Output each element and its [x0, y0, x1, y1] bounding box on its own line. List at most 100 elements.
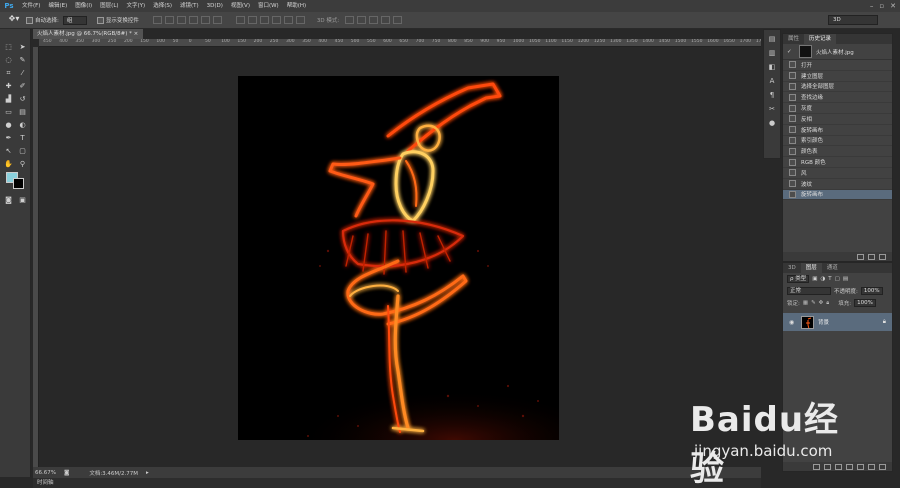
delete-layer-icon[interactable]	[879, 463, 886, 470]
move-tool-preset-icon[interactable]: ✥▾	[6, 14, 22, 26]
character-icon[interactable]: A	[766, 76, 778, 86]
layer-row-background[interactable]: ◉ 背景 🔒︎	[783, 313, 892, 331]
tab-properties[interactable]: 属性	[783, 34, 804, 44]
menu-image[interactable]: 图像(I)	[71, 0, 96, 12]
lock-pixels-icon[interactable]: ▦	[803, 300, 808, 306]
tab-3d[interactable]: 3D	[783, 263, 801, 273]
history-step[interactable]: 旋转画布	[783, 189, 892, 201]
lock-position-icon[interactable]: ✥	[819, 300, 824, 306]
blur-tool-icon[interactable]: ●	[1, 120, 16, 131]
menu-filter[interactable]: 滤镜(T)	[176, 0, 203, 12]
align-vcenter-icon[interactable]	[164, 16, 174, 24]
history-step[interactable]: 波纹	[783, 179, 892, 190]
new-document-icon[interactable]	[857, 253, 864, 260]
menu-select[interactable]: 选择(S)	[149, 0, 176, 12]
new-layer-icon[interactable]	[868, 463, 875, 470]
auto-select-checkbox[interactable]: 自动选择:	[26, 16, 59, 24]
history-step[interactable]: 灰度	[783, 103, 892, 114]
tools-preset-icon[interactable]: ✂	[766, 104, 778, 114]
distribute-top-icon[interactable]	[235, 16, 245, 24]
menu-file[interactable]: 文件(F)	[18, 0, 44, 12]
filter-type-dropdown[interactable]: ρ 类型	[787, 275, 810, 283]
restore-icon[interactable]: ▫	[879, 2, 884, 10]
checkbox-icon[interactable]	[96, 16, 104, 24]
screen-mode-icon[interactable]: ▣	[15, 195, 30, 206]
minimize-icon[interactable]: –	[870, 2, 874, 10]
filter-smart-icon[interactable]: ▤	[843, 276, 848, 282]
filter-shape-icon[interactable]: ▢	[835, 276, 840, 282]
menu-window[interactable]: 窗口(W)	[254, 0, 283, 12]
align-bottom-icon[interactable]	[176, 16, 186, 24]
paragraph-icon[interactable]: ¶	[766, 90, 778, 100]
trash-icon[interactable]	[879, 253, 886, 260]
history-step[interactable]: 选择全部图层	[783, 82, 892, 93]
lasso-tool-icon[interactable]: ◌	[1, 55, 16, 66]
tab-channels[interactable]: 通道	[822, 263, 843, 273]
filter-pixel-icon[interactable]: ▣	[812, 276, 817, 282]
workspace-dropdown[interactable]: 3D	[828, 15, 878, 25]
history-step[interactable]: 风	[783, 168, 892, 179]
history-step[interactable]: RGB 颜色	[783, 157, 892, 168]
3d-scale-icon[interactable]	[393, 16, 403, 24]
close-tab-icon[interactable]: ×	[134, 31, 139, 37]
path-select-tool-icon[interactable]: ↖	[1, 146, 16, 157]
3d-drag-icon[interactable]	[369, 16, 379, 24]
align-hcenter-icon[interactable]	[200, 16, 210, 24]
tab-history[interactable]: 历史记录	[804, 34, 837, 44]
document-image[interactable]	[238, 76, 559, 440]
checkbox-icon[interactable]	[26, 16, 33, 24]
visibility-eye-icon[interactable]: ◉	[789, 319, 797, 326]
opacity-field[interactable]: 100%	[860, 287, 883, 295]
hand-tool-icon[interactable]: ✋	[1, 159, 16, 170]
distribute-right-icon[interactable]	[295, 16, 305, 24]
3d-rotate-icon[interactable]	[345, 16, 355, 24]
close-icon[interactable]: ✕	[890, 2, 896, 10]
move-tool-icon[interactable]: ➤	[15, 42, 30, 53]
eyedropper-tool-icon[interactable]: ⁄	[15, 68, 30, 79]
align-right-icon[interactable]	[212, 16, 222, 24]
auto-select-dropdown[interactable]: 组	[62, 15, 87, 25]
fill-field[interactable]: 100%	[854, 299, 876, 307]
history-brush-tool-icon[interactable]: ↺	[15, 94, 30, 105]
snapshot-icon[interactable]	[868, 253, 875, 260]
marquee-tool-icon[interactable]: ⬚	[1, 42, 16, 53]
align-left-icon[interactable]	[188, 16, 198, 24]
quick-select-tool-icon[interactable]: ✎	[15, 55, 30, 66]
zoom-tool-icon[interactable]: ⚲	[15, 159, 30, 170]
distribute-left-icon[interactable]	[271, 16, 281, 24]
menu-help[interactable]: 帮助(H)	[283, 0, 310, 12]
brush-source-icon[interactable]: ✓	[787, 49, 795, 55]
3d-slide-icon[interactable]	[381, 16, 391, 24]
gradient-tool-icon[interactable]: ▤	[15, 107, 30, 118]
background-color-swatch[interactable]	[13, 178, 24, 189]
quick-mask-icon[interactable]: ◙	[1, 195, 16, 206]
layer-comps-icon[interactable]: ▤	[766, 34, 778, 44]
distribute-vcenter-icon[interactable]	[247, 16, 257, 24]
status-menu-icon[interactable]: ◙	[64, 470, 69, 476]
align-top-icon[interactable]	[152, 16, 162, 24]
distribute-hcenter-icon[interactable]	[283, 16, 293, 24]
distribute-bottom-icon[interactable]	[259, 16, 269, 24]
clone-stamp-tool-icon[interactable]: ▟	[1, 94, 16, 105]
history-step[interactable]: 颜色表	[783, 146, 892, 158]
3d-roll-icon[interactable]	[357, 16, 367, 24]
menu-view[interactable]: 视图(V)	[227, 0, 254, 12]
brush-tool-icon[interactable]: ✐	[15, 81, 30, 92]
lock-all-icon[interactable]: 🔒︎	[826, 300, 829, 307]
lock-image-icon[interactable]: ✎	[811, 300, 816, 306]
document-tab[interactable]: 火焰人素材.jpg @ 66.7%(RGB/8#) * ×	[33, 29, 143, 39]
dodge-tool-icon[interactable]: ◐	[15, 120, 30, 131]
info-icon[interactable]: ▥	[766, 48, 778, 58]
tab-layers[interactable]: 图层	[800, 263, 822, 273]
timeline-tab[interactable]: 时间轴	[33, 480, 54, 486]
show-transform-checkbox[interactable]: 显示变换控件	[96, 16, 139, 24]
history-step[interactable]: 建立图层	[783, 71, 892, 82]
crop-tool-icon[interactable]: ⌗	[1, 68, 16, 79]
history-step[interactable]: 反相	[783, 114, 892, 125]
menu-edit[interactable]: 编辑(E)	[44, 0, 71, 12]
blend-mode-dropdown[interactable]: 正常	[787, 287, 831, 295]
behance-icon[interactable]: ●	[766, 118, 778, 128]
filter-type-icon[interactable]: T	[828, 276, 831, 282]
zoom-level[interactable]: 66.67%	[35, 470, 56, 476]
history-step[interactable]: 索引颜色	[783, 136, 892, 147]
